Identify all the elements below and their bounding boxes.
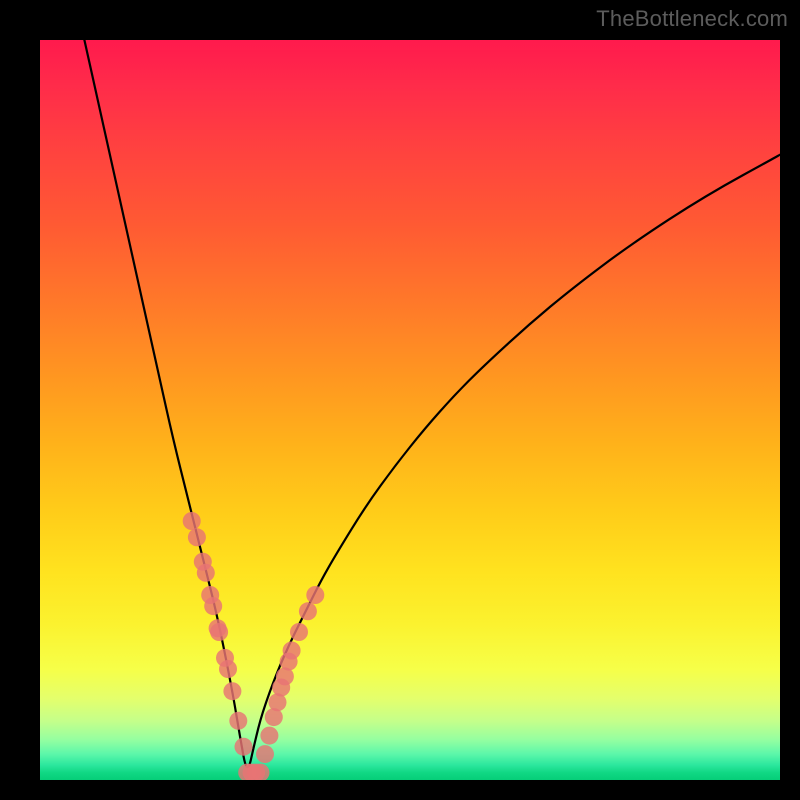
data-point [260,727,278,745]
watermark-text: TheBottleneck.com [596,6,788,32]
data-point [188,528,206,546]
scatter-points [183,512,325,780]
chart-svg [40,40,780,780]
data-point [210,623,228,641]
chart-frame: TheBottleneck.com [0,0,800,800]
data-point [299,602,317,620]
data-point [283,642,301,660]
data-point [290,623,308,641]
data-point [306,586,324,604]
data-point [219,660,237,678]
data-point [197,564,215,582]
bottleneck-curve [84,40,780,767]
data-point [229,712,247,730]
chart-plot-area [40,40,780,780]
data-point [183,512,201,530]
data-point [223,682,241,700]
data-point [256,745,274,763]
data-point [204,597,222,615]
data-point [235,738,253,756]
